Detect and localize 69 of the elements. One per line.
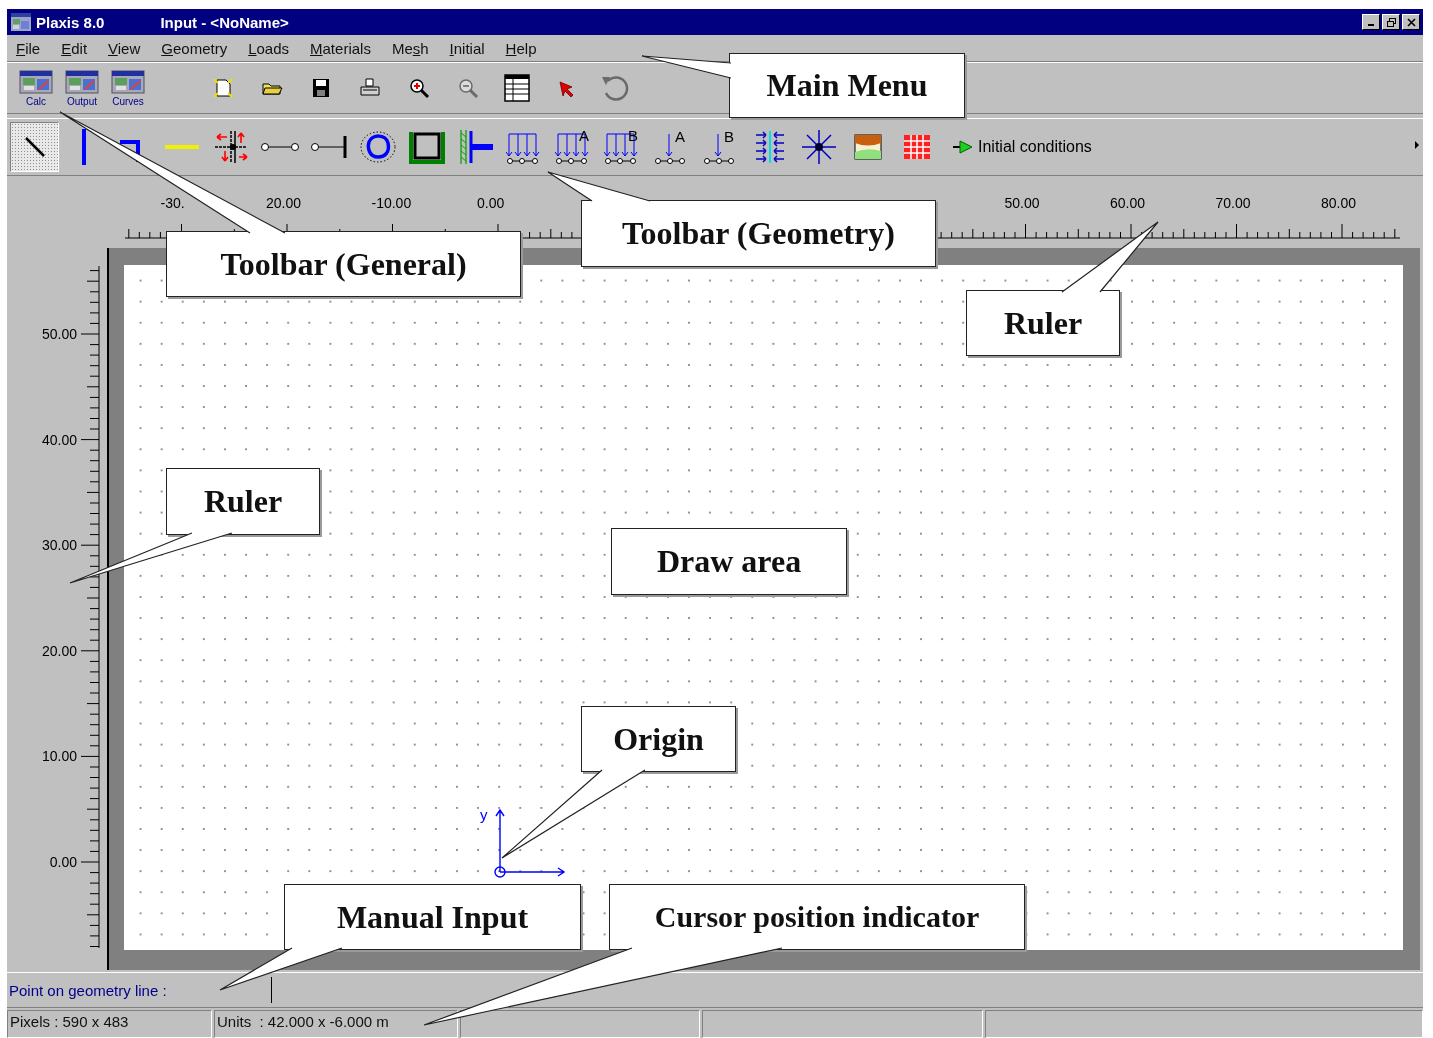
arrow-icon <box>952 139 974 155</box>
callout-label: Toolbar (General) <box>166 231 521 297</box>
minimize-button[interactable] <box>1362 14 1380 30</box>
table-icon <box>503 73 531 103</box>
menu-item[interactable]: Help <box>505 39 537 57</box>
status-cell: Units : 42.000 x -6.000 m <box>214 1010 458 1038</box>
callout-label: Cursor position indicator <box>609 884 1025 950</box>
ruler-label: 70.00 <box>1215 195 1251 211</box>
toolbar-button[interactable]: A <box>647 122 696 172</box>
fixity-box-icon <box>407 129 446 165</box>
program-button[interactable]: Curves <box>105 66 151 110</box>
program-window-icon <box>19 69 53 94</box>
restore-button[interactable] <box>1382 14 1400 30</box>
menu-item[interactable]: Loads <box>248 39 290 57</box>
tunnel-ring-icon <box>358 130 397 164</box>
node-link-icon <box>259 141 300 153</box>
app-title: Plaxis 8.0 <box>36 13 105 31</box>
zoom-out-icon <box>456 76 480 100</box>
ruler-label: 40.00 <box>41 431 77 448</box>
manual-input-label: Point on geometry line : <box>8 981 168 999</box>
ruler-label: 50.00 <box>1004 195 1040 211</box>
ruler-label: 60.00 <box>1110 195 1146 211</box>
ruler-label: -30. <box>160 195 185 211</box>
ruler-label: 20.00 <box>266 195 302 211</box>
callout-label: Origin <box>581 706 736 772</box>
ruler-label: 50.00 <box>41 326 77 342</box>
program-window-icon <box>65 69 99 94</box>
toolbar-button[interactable]: B <box>696 122 745 172</box>
document-title: Input - <NoName> <box>160 13 289 31</box>
minimize-icon <box>1368 24 1374 26</box>
anchor-bar-icon <box>309 134 348 160</box>
ruler-label: 0.00 <box>49 854 77 870</box>
mesh-grid-icon <box>902 134 931 160</box>
ruler-label: -10.00 <box>371 195 412 211</box>
status-cell: Pixels : 590 x 483 <box>7 1010 212 1038</box>
new-page-icon <box>211 76 235 100</box>
callout-label: Main Menu <box>729 53 965 118</box>
menu-item[interactable]: Mesh <box>391 39 429 57</box>
menu-item[interactable]: Materials <box>310 39 371 57</box>
chevron-icon <box>1415 141 1419 149</box>
toolbar-button[interactable]: A <box>549 122 598 172</box>
ruler-label: 30.00 <box>41 537 77 554</box>
ruler-label: 0.00 <box>477 195 505 211</box>
menu-item[interactable]: Geometry <box>161 39 228 57</box>
axis-label: y <box>480 806 488 823</box>
callout-label: Draw area <box>611 528 847 595</box>
close-icon <box>1406 17 1416 27</box>
menu-item[interactable]: File <box>16 39 41 57</box>
program-button[interactable]: Calc <box>13 66 59 110</box>
ruler-label: 20.00 <box>41 642 77 659</box>
close-button[interactable] <box>1402 14 1420 30</box>
program-button[interactable]: Output <box>59 66 105 110</box>
ruler-label: 80.00 <box>1321 195 1357 211</box>
ruler-label: 10.00 <box>41 748 77 765</box>
app-icon <box>10 12 32 32</box>
program-window-icon <box>111 69 145 94</box>
toolbar-button[interactable]: B <box>598 122 647 172</box>
menu-item[interactable]: View <box>108 39 141 57</box>
callout-label: Ruler <box>966 290 1120 356</box>
callout-label: Ruler <box>166 468 320 535</box>
menu-item[interactable]: Initial <box>449 39 485 57</box>
star-burst-icon <box>800 129 837 165</box>
zoom-in-icon <box>407 76 431 100</box>
interface-arrows-icon <box>212 129 249 165</box>
soil-layers-icon <box>853 134 882 160</box>
restore-icon <box>1386 17 1396 27</box>
toolbar-button[interactable] <box>10 122 59 172</box>
menu-item[interactable]: Edit <box>61 39 88 57</box>
initial-conditions-button[interactable]: Initial conditions <box>947 127 1097 167</box>
